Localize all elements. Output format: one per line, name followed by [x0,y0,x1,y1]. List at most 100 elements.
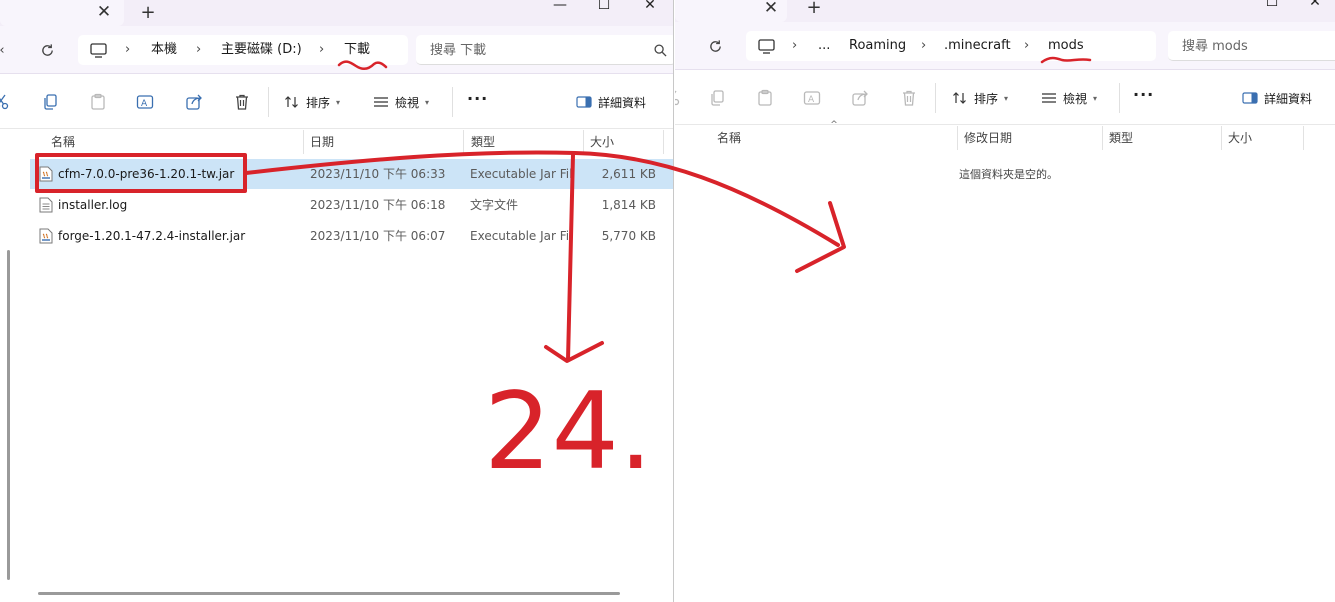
file-row[interactable]: forge-1.20.1-47.2.4-installer.jar 2023/1… [30,221,673,251]
tab-mods[interactable]: ✕ [675,0,787,22]
vertical-scrollbar[interactable] [7,250,10,580]
close-tab-icon[interactable]: ✕ [761,0,781,18]
view-label: 檢視 [1063,91,1088,106]
file-row[interactable]: installer.log 2023/11/10 下午 06:18 文字文件 1… [30,190,673,220]
breadcrumb[interactable]: › 本機 › 主要磁碟 (D:) › 下載 [78,35,408,65]
breadcrumb-item[interactable]: 本機 [151,35,177,65]
column-header-name[interactable]: 名稱 [51,130,75,154]
breadcrumb-chevron-icon[interactable]: › [196,35,201,65]
file-name: installer.log [58,198,128,212]
column-header-name[interactable]: 名稱 [717,126,741,150]
delete-icon[interactable] [231,91,253,113]
paste-icon[interactable] [87,91,109,113]
column-divider[interactable] [1303,126,1304,150]
view-label: 檢視 [395,95,420,110]
breadcrumb-chevron-icon[interactable]: › [792,31,797,61]
address-row: ‹ › 本機 › 主要磁碟 (D:) › 下載 [0,26,673,74]
search-input[interactable] [430,35,630,65]
breadcrumb-chevron-icon[interactable]: › [319,35,324,65]
cut-icon[interactable] [675,87,683,109]
column-header-type[interactable]: 類型 [471,130,495,154]
column-divider[interactable] [303,130,304,154]
maximize-icon[interactable]: ☐ [1252,0,1292,10]
jar-file-icon [39,228,53,244]
tab-bar: ✕ + — ☐ ✕ [0,0,673,26]
paste-icon[interactable] [754,87,776,109]
column-header-date[interactable]: 日期 [310,130,334,154]
column-divider[interactable] [583,130,584,154]
column-header-row: 名稱 日期 類型 大小 [0,130,673,154]
horizontal-scrollbar[interactable] [38,592,620,595]
breadcrumb-item[interactable]: Roaming [849,31,906,61]
breadcrumb-item[interactable]: .minecraft [944,31,1011,61]
refresh-icon[interactable] [704,35,726,57]
close-tab-icon[interactable]: ✕ [94,2,114,22]
jar-file-icon [39,166,53,182]
search-icon[interactable] [652,42,668,58]
this-pc-icon[interactable] [756,36,776,56]
chevron-down-icon: ▾ [425,97,430,107]
details-pane-button[interactable]: 詳細資料 [1242,87,1312,109]
minimize-icon[interactable]: — [540,0,580,13]
breadcrumb-chevron-icon[interactable]: › [125,35,130,65]
breadcrumb-item[interactable]: 主要磁碟 (D:) [221,35,302,65]
share-icon[interactable] [849,87,871,109]
tab-bar: ✕ + ☐ ✕ [675,0,1335,22]
view-menu[interactable]: 檢視 ▾ [373,91,429,113]
breadcrumb-chevron-icon[interactable]: › [1024,31,1029,61]
column-divider[interactable] [1221,126,1222,150]
toolbar-divider [1119,83,1120,113]
more-options-icon[interactable]: ··· [1133,85,1154,104]
tab-downloads[interactable]: ✕ [0,0,124,26]
column-divider[interactable] [663,130,664,154]
text-file-icon [39,197,53,213]
sort-menu[interactable]: 排序 ▾ [284,91,340,113]
copy-icon[interactable] [39,91,61,113]
search-box[interactable] [416,35,673,65]
column-divider[interactable] [957,126,958,150]
file-date: 2023/11/10 下午 06:18 [310,198,446,212]
sort-icon [285,96,298,108]
refresh-icon[interactable] [36,39,58,61]
maximize-icon[interactable]: ☐ [584,0,624,13]
delete-icon[interactable] [898,87,920,109]
details-pane-button[interactable]: 詳細資料 [576,91,646,113]
empty-folder-message: 這個資料夾是空的。 [959,168,1058,181]
file-name: cfm-7.0.0-pre36-1.20.1-tw.jar [58,167,235,181]
breadcrumb-overflow[interactable]: ... [818,31,830,61]
share-icon[interactable] [183,91,205,113]
cut-icon[interactable] [0,91,12,113]
search-box[interactable] [1168,31,1335,61]
file-type: 文字文件 [470,198,519,212]
svg-text:A: A [141,99,148,109]
column-header-size[interactable]: 大小 [1228,126,1252,150]
close-window-icon[interactable]: ✕ [1295,0,1335,10]
view-menu[interactable]: 檢視 ▾ [1041,87,1097,109]
breadcrumb[interactable]: › ... Roaming › .minecraft › mods [746,31,1156,61]
file-row[interactable]: cfm-7.0.0-pre36-1.20.1-tw.jar 2023/11/10… [30,159,673,189]
new-tab-button[interactable]: + [803,0,825,18]
column-header-modified[interactable]: 修改日期 [964,126,1012,150]
this-pc-icon[interactable] [88,40,108,60]
breadcrumb-item-current[interactable]: 下載 [344,35,370,65]
up-arrow-icon[interactable]: ‹ [0,39,10,61]
new-tab-button[interactable]: + [137,2,159,23]
search-input[interactable] [1182,31,1335,61]
column-header-type[interactable]: 類型 [1109,126,1133,150]
column-header-size[interactable]: 大小 [590,130,614,154]
more-options-icon[interactable]: ··· [467,89,488,108]
sort-label: 排序 [306,95,331,110]
rename-icon[interactable]: A [801,87,823,109]
close-window-icon[interactable]: ✕ [630,0,670,13]
command-bar: A 排序 ▾ 檢視 ▾ ··· 詳細資料 [675,71,1335,125]
rename-icon[interactable]: A [134,91,156,113]
view-lines-icon [1042,93,1056,103]
file-type: Executable Jar File [470,229,572,243]
copy-icon[interactable] [706,87,728,109]
breadcrumb-item-current[interactable]: mods [1048,31,1084,61]
breadcrumb-chevron-icon[interactable]: › [921,31,926,61]
details-label: 詳細資料 [598,95,647,110]
column-divider[interactable] [1102,126,1103,150]
sort-menu[interactable]: 排序 ▾ [952,87,1008,109]
column-divider[interactable] [463,130,464,154]
